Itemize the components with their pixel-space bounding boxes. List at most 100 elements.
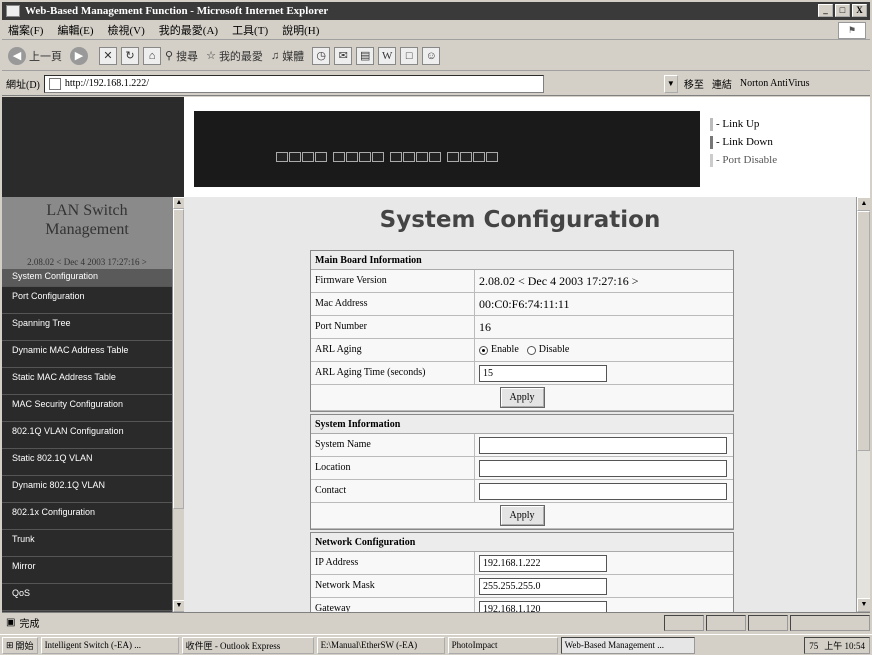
discuss-icon[interactable]: □ bbox=[400, 46, 419, 65]
back-button[interactable]: ◀ 上一頁 bbox=[8, 46, 62, 65]
address-input[interactable]: http://192.168.1.222/ bbox=[43, 74, 544, 93]
disable-radio[interactable] bbox=[526, 345, 536, 355]
gateway-label: Gateway bbox=[311, 598, 475, 612]
sidebar-item-dynamic-mac[interactable]: Dynamic MAC Address Table bbox=[2, 341, 184, 368]
task-intelligent-switch[interactable]: Intelligent Switch (-EA) ... bbox=[40, 636, 179, 654]
task-web-management[interactable]: Web-Based Management ... bbox=[560, 636, 695, 654]
enable-label: Enable bbox=[491, 344, 519, 355]
mac-value: 00:C0:F6:74:11:11 bbox=[479, 297, 570, 311]
menu-view[interactable]: 檢視(V) bbox=[108, 22, 145, 38]
ip-address-input[interactable] bbox=[479, 554, 607, 572]
task-outlook[interactable]: 收件匣 - Outlook Express bbox=[181, 636, 314, 654]
port-led[interactable] bbox=[473, 152, 485, 162]
antivirus-button[interactable]: Norton AntiVirus bbox=[740, 78, 810, 89]
port-led[interactable] bbox=[315, 152, 327, 162]
home-icon[interactable]: ⌂ bbox=[143, 46, 161, 65]
address-dropdown-icon[interactable]: ▼ bbox=[663, 74, 678, 93]
sidebar-item-8021x[interactable]: 802.1x Configuration bbox=[2, 503, 184, 530]
sidebar-item-trunk[interactable]: Trunk bbox=[2, 530, 184, 557]
sidebar-item-static-mac[interactable]: Static MAC Address Table bbox=[2, 368, 184, 395]
location-input[interactable] bbox=[479, 459, 727, 477]
clock: 上午 10:54 bbox=[824, 641, 865, 651]
task-photoimpact[interactable]: PhotoImpact bbox=[447, 636, 558, 654]
stop-icon[interactable]: ✕ bbox=[99, 46, 117, 65]
scroll-down-icon[interactable]: ▼ bbox=[857, 598, 870, 612]
print-icon[interactable]: ▤ bbox=[356, 46, 375, 65]
forward-arrow-icon: ▶ bbox=[70, 46, 88, 65]
media-button[interactable]: ♫ 媒體 bbox=[271, 48, 304, 64]
forward-button[interactable]: ▶ bbox=[70, 46, 91, 65]
favorites-label: 我的最愛 bbox=[218, 50, 263, 63]
maximize-button[interactable]: □ bbox=[835, 4, 850, 17]
mail-icon[interactable]: ✉ bbox=[334, 46, 353, 65]
main-panel: System Configuration Main Board Informat… bbox=[184, 197, 870, 612]
port-led[interactable] bbox=[346, 152, 358, 162]
scroll-up-icon[interactable]: ▲ bbox=[173, 197, 184, 209]
menu-help[interactable]: 說明(H) bbox=[282, 22, 319, 38]
menu-file[interactable]: 檔案(F) bbox=[8, 22, 43, 38]
media-label: 媒體 bbox=[282, 50, 305, 63]
task-explorer[interactable]: E:\Manual\EtherSW (-EA) bbox=[316, 636, 445, 654]
firmware-version-label: 2.08.02 < Dec 4 2003 17:27:16 > bbox=[2, 255, 184, 269]
sidebar-scrollbar[interactable]: ▲ ▼ bbox=[172, 197, 184, 612]
sidebar-item-qos[interactable]: QoS bbox=[2, 584, 184, 611]
port-led[interactable] bbox=[276, 152, 288, 162]
sidebar-item-mac-security[interactable]: MAC Security Configuration bbox=[2, 395, 184, 422]
board-apply-button[interactable]: Apply bbox=[499, 387, 545, 408]
port-led[interactable] bbox=[486, 152, 498, 162]
scroll-down-icon[interactable]: ▼ bbox=[173, 600, 184, 612]
port-led[interactable] bbox=[460, 152, 472, 162]
sidebar-item-static-vlan[interactable]: Static 802.1Q VLAN bbox=[2, 449, 184, 476]
sidebar-item-system-configuration[interactable]: System Configuration bbox=[2, 269, 184, 287]
sidebar-item-mirror[interactable]: Mirror bbox=[2, 557, 184, 584]
location-label: Location bbox=[311, 457, 475, 479]
sidebar-item-spanning-tree[interactable]: Spanning Tree bbox=[2, 314, 184, 341]
close-button[interactable]: X bbox=[852, 4, 867, 17]
mask-label: Network Mask bbox=[311, 575, 475, 597]
search-button[interactable]: ⚲ 搜尋 bbox=[165, 48, 198, 64]
port-led[interactable] bbox=[390, 152, 402, 162]
sidebar-scroll-thumb[interactable] bbox=[173, 209, 184, 509]
status-cell bbox=[706, 615, 746, 631]
messenger-icon[interactable]: ☺ bbox=[422, 46, 441, 65]
menu-edit[interactable]: 編輯(E) bbox=[57, 22, 93, 38]
table-row: Gateway bbox=[311, 598, 733, 612]
sidebar-item-port-configuration[interactable]: Port Configuration bbox=[2, 287, 184, 314]
history-icon[interactable]: ◷ bbox=[312, 46, 331, 65]
sidebar-item-vlan-configuration[interactable]: 802.1Q VLAN Configuration bbox=[2, 422, 184, 449]
sysinfo-apply-button[interactable]: Apply bbox=[499, 505, 545, 526]
sidebar-item-dynamic-vlan[interactable]: Dynamic 802.1Q VLAN bbox=[2, 476, 184, 503]
links-button[interactable]: 連結 bbox=[712, 76, 732, 91]
apply-row: Apply bbox=[311, 503, 733, 529]
sidebar-title-line2: Management bbox=[45, 221, 129, 238]
port-led[interactable] bbox=[429, 152, 441, 162]
menu-favorites[interactable]: 我的最愛(A) bbox=[159, 22, 218, 38]
port-led[interactable] bbox=[359, 152, 371, 162]
port-led[interactable] bbox=[447, 152, 459, 162]
network-mask-input[interactable] bbox=[479, 577, 607, 595]
edit-icon[interactable]: W bbox=[378, 46, 397, 65]
scroll-up-icon[interactable]: ▲ bbox=[857, 197, 870, 211]
contact-input[interactable] bbox=[479, 482, 727, 500]
port-led[interactable] bbox=[333, 152, 345, 162]
port-led[interactable] bbox=[302, 152, 314, 162]
menu-tools[interactable]: 工具(T) bbox=[232, 22, 268, 38]
refresh-icon[interactable]: ↻ bbox=[121, 46, 139, 65]
gateway-input[interactable] bbox=[479, 600, 607, 612]
page-icon bbox=[48, 77, 61, 90]
port-led[interactable] bbox=[372, 152, 384, 162]
enable-radio[interactable] bbox=[479, 345, 488, 355]
task-label: E:\Manual\EtherSW (-EA) bbox=[320, 640, 418, 650]
port-led[interactable] bbox=[416, 152, 428, 162]
port-led[interactable] bbox=[403, 152, 415, 162]
minimize-button[interactable]: _ bbox=[818, 4, 833, 17]
start-button[interactable]: ⊞ 開始 bbox=[2, 636, 38, 654]
go-button[interactable]: 移至 bbox=[684, 76, 704, 91]
table-row: Port Number 16 bbox=[311, 316, 733, 339]
main-scrollbar[interactable]: ▲ ▼ bbox=[856, 197, 870, 612]
favorites-button[interactable]: ☆ 我的最愛 bbox=[206, 48, 263, 64]
system-name-input[interactable] bbox=[479, 436, 727, 454]
aging-time-input[interactable] bbox=[479, 364, 607, 382]
main-scroll-thumb[interactable] bbox=[857, 211, 870, 451]
port-led[interactable] bbox=[289, 152, 301, 162]
